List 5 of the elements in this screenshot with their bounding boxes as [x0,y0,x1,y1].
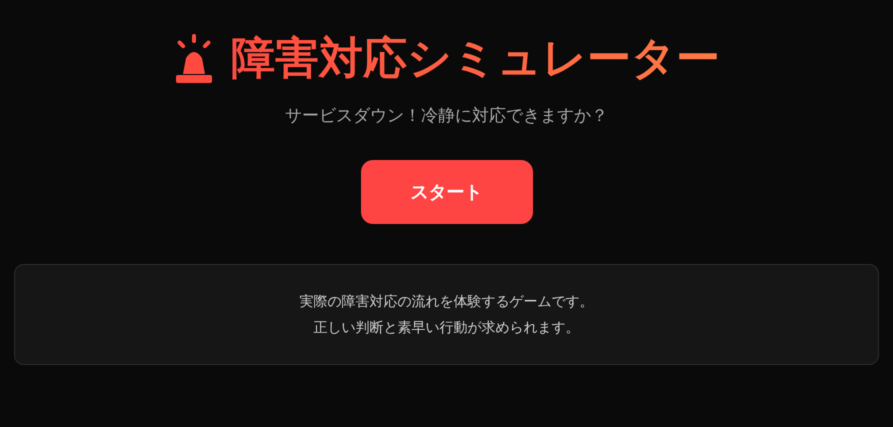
siren-icon [173,34,215,84]
description-text: 正しい判断と素早い行動が求められます。 [314,318,580,338]
subtitle: サービスダウン！冷静に対応できますか？ [285,105,608,127]
start-button[interactable]: スタート [360,160,532,224]
description-text: 実際の障害対応の流れを体験するゲームです。 [300,292,594,312]
